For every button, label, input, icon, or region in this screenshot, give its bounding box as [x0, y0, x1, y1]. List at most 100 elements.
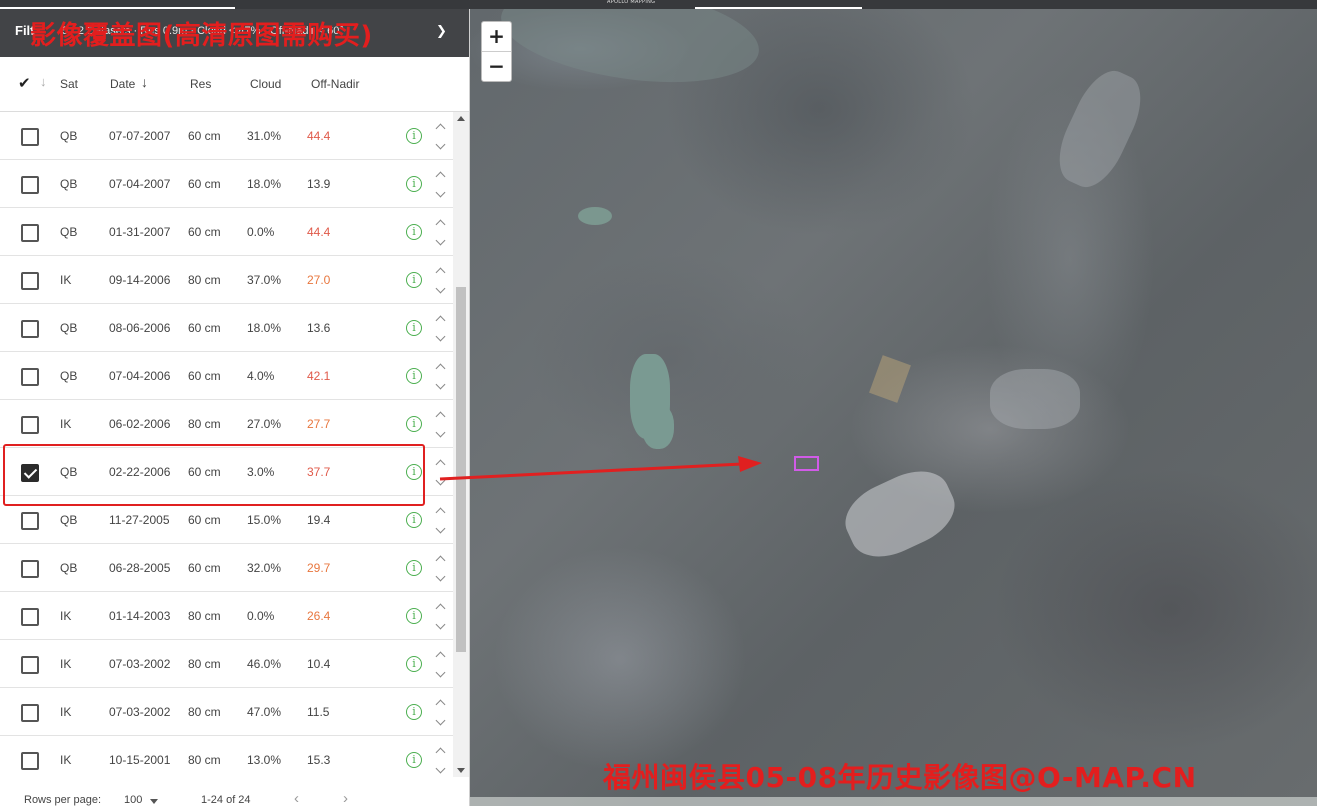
- scrollbar[interactable]: [453, 112, 469, 777]
- table-row[interactable]: IK 07-03-2002 80 cm 46.0% 10.4 i: [0, 640, 453, 688]
- chevron-down-icon[interactable]: [433, 189, 447, 199]
- table-row[interactable]: IK 10-15-2001 80 cm 13.0% 15.3 i: [0, 736, 453, 777]
- row-checkbox[interactable]: [21, 752, 39, 770]
- sort-arrow-icon[interactable]: ↓: [40, 74, 47, 89]
- info-icon[interactable]: i: [406, 368, 422, 384]
- row-checkbox[interactable]: [21, 368, 39, 386]
- chevron-up-icon[interactable]: [433, 649, 447, 659]
- cell-sat: IK: [60, 705, 72, 719]
- chevron-down-icon[interactable]: [433, 477, 447, 487]
- table-row[interactable]: IK 06-02-2006 80 cm 27.0% 27.7 i: [0, 400, 453, 448]
- info-icon[interactable]: i: [406, 656, 422, 672]
- info-icon[interactable]: i: [406, 224, 422, 240]
- cell-res: 60 cm: [188, 561, 221, 575]
- info-icon[interactable]: i: [406, 512, 422, 528]
- date-sort-arrow-icon[interactable]: ↓: [141, 74, 148, 90]
- chevron-up-icon[interactable]: [433, 217, 447, 227]
- row-checkbox[interactable]: [21, 176, 39, 194]
- table-row[interactable]: IK 01-14-2003 80 cm 0.0% 26.4 i: [0, 592, 453, 640]
- row-checkbox[interactable]: [21, 128, 39, 146]
- row-checkbox[interactable]: [21, 320, 39, 338]
- chevron-down-icon[interactable]: ❯: [436, 23, 447, 39]
- zoom-in-button[interactable]: +: [482, 22, 511, 52]
- prev-page-button[interactable]: ‹: [294, 790, 299, 806]
- table-row[interactable]: IK 09-14-2006 80 cm 37.0% 27.0 i: [0, 256, 453, 304]
- chevron-down-icon[interactable]: [433, 333, 447, 343]
- info-icon[interactable]: i: [406, 560, 422, 576]
- chevron-down-icon[interactable]: [433, 237, 447, 247]
- scroll-up-icon[interactable]: [457, 116, 465, 121]
- caret-down-icon[interactable]: [150, 799, 158, 804]
- select-all-check-icon[interactable]: ✔: [18, 74, 31, 92]
- chevron-up-icon[interactable]: [433, 601, 447, 611]
- table-row[interactable]: QB 07-04-2007 60 cm 18.0% 13.9 i: [0, 160, 453, 208]
- table-row[interactable]: QB 07-04-2006 60 cm 4.0% 42.1 i: [0, 352, 453, 400]
- info-icon[interactable]: i: [406, 272, 422, 288]
- chevron-down-icon[interactable]: [433, 525, 447, 535]
- cell-off-nadir: 37.7: [307, 465, 331, 479]
- info-icon[interactable]: i: [406, 416, 422, 432]
- info-icon[interactable]: i: [406, 176, 422, 192]
- row-checkbox[interactable]: [21, 656, 39, 674]
- row-checkbox[interactable]: [21, 608, 39, 626]
- chevron-down-icon[interactable]: [433, 285, 447, 295]
- scroll-down-icon[interactable]: [457, 768, 465, 773]
- chevron-up-icon[interactable]: [433, 265, 447, 275]
- row-checkbox[interactable]: [21, 704, 39, 722]
- row-checkbox[interactable]: [21, 560, 39, 578]
- chevron-up-icon[interactable]: [433, 361, 447, 371]
- table-row[interactable]: QB 11-27-2005 60 cm 15.0% 19.4 i: [0, 496, 453, 544]
- column-header-date[interactable]: Date: [110, 77, 135, 91]
- map-view[interactable]: [470, 9, 1317, 806]
- scrollbar-thumb[interactable]: [456, 287, 466, 652]
- chevron-up-icon[interactable]: [433, 745, 447, 755]
- table-row[interactable]: QB 08-06-2006 60 cm 18.0% 13.6 i: [0, 304, 453, 352]
- row-checkbox[interactable]: [21, 272, 39, 290]
- row-checkbox[interactable]: [21, 464, 39, 482]
- chevron-up-icon[interactable]: [433, 121, 447, 131]
- table-row[interactable]: QB 07-07-2007 60 cm 31.0% 44.4 i: [0, 112, 453, 160]
- info-icon[interactable]: i: [406, 128, 422, 144]
- column-header-res[interactable]: Res: [190, 77, 211, 91]
- chevron-up-icon[interactable]: [433, 313, 447, 323]
- chevron-up-icon[interactable]: [433, 169, 447, 179]
- next-page-button[interactable]: ›: [343, 790, 348, 806]
- column-header-sat[interactable]: Sat: [60, 77, 78, 91]
- cell-off-nadir: 26.4: [307, 609, 331, 623]
- table-row[interactable]: QB 01-31-2007 60 cm 0.0% 44.4 i: [0, 208, 453, 256]
- chevron-down-icon[interactable]: [433, 669, 447, 679]
- table-row[interactable]: QB 06-28-2005 60 cm 32.0% 29.7 i: [0, 544, 453, 592]
- info-icon[interactable]: i: [406, 752, 422, 768]
- chevron-down-icon[interactable]: [433, 765, 447, 775]
- chevron-up-icon[interactable]: [433, 409, 447, 419]
- cell-sat: IK: [60, 273, 72, 287]
- chevron-up-icon[interactable]: [433, 505, 447, 515]
- column-header-cloud[interactable]: Cloud: [250, 77, 281, 91]
- chevron-up-icon[interactable]: [433, 553, 447, 563]
- row-checkbox[interactable]: [21, 512, 39, 530]
- chevron-down-icon[interactable]: [433, 717, 447, 727]
- info-icon[interactable]: i: [406, 320, 422, 336]
- chevron-down-icon[interactable]: [433, 621, 447, 631]
- chevron-up-icon[interactable]: [433, 697, 447, 707]
- chevron-down-icon[interactable]: [433, 381, 447, 391]
- info-icon[interactable]: i: [406, 608, 422, 624]
- zoom-out-button[interactable]: −: [482, 52, 511, 82]
- cell-date: 07-03-2002: [109, 657, 171, 671]
- table-row[interactable]: QB 02-22-2006 60 cm 3.0% 37.7 i: [0, 448, 453, 496]
- rows-per-page-select[interactable]: 100: [124, 794, 142, 806]
- chevron-down-icon[interactable]: [433, 429, 447, 439]
- row-checkbox[interactable]: [21, 416, 39, 434]
- table-row[interactable]: IK 07-03-2002 80 cm 47.0% 11.5 i: [0, 688, 453, 736]
- cell-off-nadir: 27.7: [307, 417, 331, 431]
- image-footprint[interactable]: [794, 456, 819, 471]
- chevron-down-icon[interactable]: [433, 573, 447, 583]
- filter-bar[interactable]: Filt 5 · 2 Datasets · Res 0.9m · Cloud <…: [0, 9, 469, 57]
- watermark-title: 影像覆盖图(高清原图需购买): [30, 21, 373, 51]
- row-checkbox[interactable]: [21, 224, 39, 242]
- chevron-up-icon[interactable]: [433, 457, 447, 467]
- chevron-down-icon[interactable]: [433, 141, 447, 151]
- info-icon[interactable]: i: [406, 464, 422, 480]
- column-header-off-nadir[interactable]: Off-Nadir: [311, 77, 359, 91]
- info-icon[interactable]: i: [406, 704, 422, 720]
